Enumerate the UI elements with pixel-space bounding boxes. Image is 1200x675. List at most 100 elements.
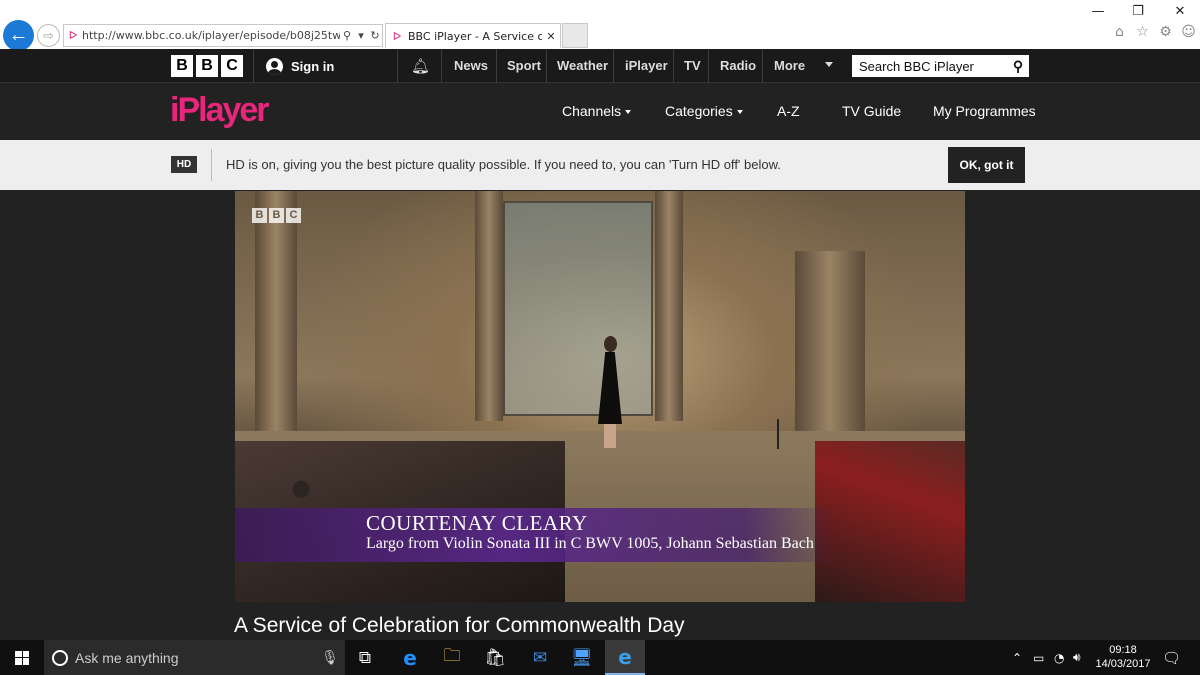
my-programmes-link[interactable]: My Programmes — [933, 83, 1036, 140]
cathedral-pillar — [795, 251, 865, 451]
iplayer-favicon-icon: ᐅ — [68, 29, 78, 42]
search-input[interactable]: Search BBC iPlayer — [859, 59, 1007, 74]
address-url[interactable]: http://www.bbc.co.uk/iplayer/episode/b08… — [82, 29, 340, 42]
violinist-legs — [604, 424, 616, 448]
user-avatar-icon — [266, 57, 283, 75]
microphone-icon[interactable]: 🎙︎ — [315, 650, 345, 666]
new-tab-button[interactable] — [562, 23, 588, 48]
cortana-search[interactable]: Ask me anything 🎙︎ — [44, 640, 345, 675]
a-z-link[interactable]: A-Z — [777, 83, 800, 140]
nav-divider — [253, 49, 254, 83]
file-explorer-icon[interactable]: 🗀︎ — [432, 640, 472, 675]
nav-link-weather[interactable]: Weather — [557, 49, 608, 83]
volume-icon[interactable]: 🔊︎ — [1073, 640, 1081, 675]
show-hidden-icons[interactable]: ⌃ — [1012, 640, 1022, 675]
nav-link-sport[interactable]: Sport — [507, 49, 541, 83]
caption-performer: COURTENAY CLEARY — [366, 511, 588, 535]
bbc-logo-letter: B — [196, 55, 218, 77]
nav-divider — [613, 49, 614, 83]
task-view-icon[interactable]: ⧉ — [345, 640, 385, 675]
system-clock[interactable]: 09:18 14/03/2017 — [1092, 643, 1154, 671]
refresh-icon[interactable]: ↻ — [368, 29, 382, 42]
nav-link-radio[interactable]: Radio — [720, 49, 756, 83]
back-button[interactable]: ← — [3, 20, 34, 51]
forward-button[interactable]: ⇨ — [37, 24, 60, 47]
nav-divider — [546, 49, 547, 83]
nav-divider — [708, 49, 709, 83]
more-chevron-icon[interactable] — [825, 62, 833, 67]
ok-got-it-button[interactable]: OK, got it — [948, 147, 1025, 183]
forward-arrow-icon: ⇨ — [43, 27, 54, 43]
sign-in-label: Sign in — [291, 58, 335, 74]
channels-menu[interactable]: Channels — [562, 83, 632, 140]
clock-date: 14/03/2017 — [1095, 658, 1151, 670]
cortana-ring-icon — [52, 649, 68, 666]
close-button[interactable]: ✕ — [1158, 4, 1200, 22]
home-icon[interactable]: ⌂ — [1110, 24, 1129, 43]
cathedral-pillar — [655, 191, 683, 421]
congregation-right — [815, 441, 965, 602]
browser-tab[interactable]: ᐅ BBC iPlayer - A Service of C... ✕ — [385, 23, 561, 48]
caret-down-icon — [625, 110, 632, 115]
bbc-logo-letter: B — [171, 55, 193, 77]
tab-title: BBC iPlayer - A Service of C... — [408, 29, 542, 43]
nav-link-tv[interactable]: TV — [684, 49, 701, 83]
favorites-star-icon[interactable]: ☆ — [1133, 24, 1152, 43]
outlook-icon[interactable]: ✉ — [520, 640, 560, 675]
iplayer-header: iPlayer Channels Categories A-Z TV Guide… — [0, 83, 1200, 140]
iplayer-logo[interactable]: iPlayer — [170, 91, 270, 130]
violinist-figure — [593, 336, 627, 451]
windows-logo-icon — [15, 650, 29, 665]
nav-link-iplayer[interactable]: iPlayer — [625, 49, 668, 83]
edge-browser-icon[interactable]: e — [390, 640, 430, 675]
caption-piece: Largo from Violin Sonata III in C BWV 10… — [366, 535, 814, 552]
address-bar[interactable]: ᐅ http://www.bbc.co.uk/iplayer/episode/b… — [63, 24, 383, 47]
violinist-dress — [598, 352, 622, 424]
bbc-logo[interactable]: B B C — [171, 55, 243, 77]
command-icons: ⌂ ☆ ⚙ ☺ — [1110, 24, 1198, 43]
cortana-search-input[interactable]: Ask me anything — [75, 650, 315, 666]
channels-label: Channels — [562, 103, 622, 119]
store-icon[interactable]: 🛍︎ — [475, 640, 515, 675]
windows-taskbar: Ask me anything 🎙︎ ⧉ e 🗀︎ 🛍︎ ✉ 🖥︎ e ⌃ ▭ … — [0, 640, 1200, 675]
start-button[interactable] — [0, 640, 44, 675]
minimize-button[interactable]: — — [1076, 4, 1120, 22]
nav-link-news[interactable]: News — [454, 49, 488, 83]
categories-label: Categories — [665, 103, 733, 119]
hd-message: HD is on, giving you the best picture qu… — [226, 157, 781, 172]
microphone-stand — [777, 419, 779, 449]
tv-guide-link[interactable]: TV Guide — [842, 83, 901, 140]
watermark-letter: B — [252, 208, 267, 223]
back-arrow-icon: ← — [8, 24, 29, 46]
categories-menu[interactable]: Categories — [665, 83, 743, 140]
glass-screen — [503, 201, 653, 416]
bbc-watermark: B B C — [252, 208, 301, 223]
action-center-icon[interactable]: 🗨︎ — [1162, 649, 1181, 667]
battery-icon[interactable]: ▭ — [1033, 640, 1044, 675]
wifi-icon[interactable]: ◔ — [1054, 640, 1064, 675]
nav-divider — [673, 49, 674, 83]
search-box[interactable]: Search BBC iPlayer ⚲ — [852, 55, 1029, 77]
nav-divider — [762, 49, 763, 83]
nav-divider — [496, 49, 497, 83]
caret-down-icon — [736, 110, 743, 115]
internet-explorer-icon[interactable]: e — [605, 640, 645, 675]
nav-divider — [397, 49, 398, 83]
hd-badge: HD — [171, 156, 197, 173]
sign-in-link[interactable]: Sign in — [266, 49, 334, 83]
nav-link-more[interactable]: More — [774, 49, 805, 83]
smiley-feedback-icon[interactable]: ☺ — [1179, 24, 1198, 43]
iplayer-favicon-icon: ᐅ — [392, 29, 402, 43]
notifications-bell-icon[interactable]: 🔔︎ — [411, 57, 430, 75]
settings-gear-icon[interactable]: ⚙ — [1156, 24, 1175, 43]
tab-close-icon[interactable]: ✕ — [542, 30, 560, 43]
remote-desktop-icon[interactable]: 🖥︎ — [562, 640, 602, 675]
browser-toolbar: ← ⇨ ᐅ http://www.bbc.co.uk/iplayer/episo… — [0, 0, 1200, 51]
watermark-letter: B — [269, 208, 284, 223]
dropdown-icon[interactable]: ▾ — [354, 29, 368, 42]
nav-divider — [441, 49, 442, 83]
restore-button[interactable]: ❐ — [1116, 4, 1160, 22]
search-icon[interactable]: ⚲ — [1007, 58, 1029, 75]
violinist-head — [604, 336, 617, 352]
search-icon[interactable]: ⚲ — [340, 29, 354, 42]
